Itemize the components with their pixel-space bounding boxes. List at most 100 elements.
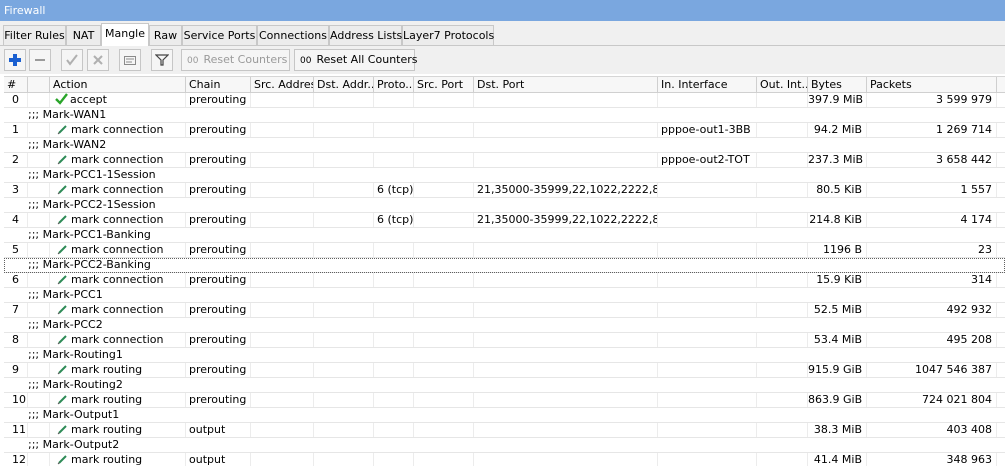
comment-row[interactable]: ;;; Mark-Output1 (4, 408, 1005, 423)
col-header-number[interactable]: # (4, 77, 28, 93)
comment-button[interactable] (119, 49, 141, 71)
action-label: mark connection (71, 303, 164, 316)
cell-chain: prerouting (186, 363, 251, 377)
col-header-flags[interactable] (28, 77, 50, 93)
table-row[interactable]: 1 mark connection prerouting pppoe-out1-3BB… (4, 123, 1005, 138)
comment-icon (124, 56, 136, 65)
rule-comment: ;;; Mark-Routing2 (28, 378, 123, 391)
comment-row[interactable]: ;;; Mark-WAN1 (4, 108, 1005, 123)
comment-row[interactable]: ;;; Mark-PCC1 (4, 288, 1005, 303)
comment-row[interactable]: ;;; Mark-WAN2 (4, 138, 1005, 153)
table-row[interactable]: 0 accept prerouting 397.9 MiB 3 599 979 (4, 93, 1005, 108)
cell-number: 4 (4, 213, 28, 227)
col-header-packets[interactable]: Packets (867, 77, 997, 93)
enable-button[interactable] (61, 49, 83, 71)
cell-src-address (251, 273, 314, 287)
tab-nat[interactable]: NAT (66, 25, 101, 45)
cell-out-interface (757, 333, 808, 347)
reset-all-counters-button[interactable]: 00 Reset All Counters (294, 49, 418, 71)
col-header-out-interface[interactable]: Out. Int... (757, 77, 808, 93)
cell-chain: prerouting (186, 303, 251, 317)
comment-row[interactable]: ;;; Mark-PCC2-1Session (4, 198, 1005, 213)
tab-connections[interactable]: Connections (257, 25, 329, 45)
table-row[interactable]: 6 mark connection prerouting 15.9 KiB 314 (4, 273, 1005, 288)
comment-row[interactable]: ;;; Mark-Routing1 (4, 348, 1005, 363)
table-row[interactable]: 8 mark connection prerouting 53.4 MiB 495 20… (4, 333, 1005, 348)
cell-bytes: 53.4 MiB (808, 333, 867, 347)
cell-src-port (414, 393, 474, 407)
cell-flags (28, 393, 50, 407)
cell-flags (28, 333, 50, 347)
tab-raw[interactable]: Raw (149, 25, 182, 45)
table-row[interactable]: 10 mark routing prerouting 863.9 GiB 724 021… (4, 393, 1005, 408)
comment-row[interactable]: ;;; Mark-PCC2-Banking (4, 258, 1005, 273)
col-header-dst-address[interactable]: Dst. Addr... (314, 77, 374, 93)
col-header-src-port[interactable]: Src. Port (414, 77, 474, 93)
cell-flags (28, 213, 50, 227)
comment-row[interactable]: ;;; Mark-PCC1-1Session (4, 168, 1005, 183)
cell-action: mark connection (50, 273, 186, 287)
add-button[interactable] (4, 49, 26, 71)
cell-action: mark routing (50, 453, 186, 466)
cell-protocol (374, 333, 414, 347)
comment-row[interactable]: ;;; Mark-PCC1-Banking (4, 228, 1005, 243)
tab-service-ports[interactable]: Service Ports (182, 25, 257, 45)
cell-dst-address (314, 93, 374, 107)
col-header-action[interactable]: Action (50, 77, 186, 93)
cell-in-interface (658, 363, 757, 377)
table-row[interactable]: 7 mark connection prerouting 52.5 MiB 492 93… (4, 303, 1005, 318)
cell-src-address (251, 123, 314, 137)
pencil-icon (56, 333, 69, 347)
reset-counters-button[interactable]: 00 Reset Counters (181, 49, 290, 71)
cell-bytes: 237.3 MiB (808, 153, 867, 167)
comment-row[interactable]: ;;; Mark-PCC2 (4, 318, 1005, 333)
col-header-protocol[interactable]: Proto... (374, 77, 414, 93)
cell-src-port (414, 93, 474, 107)
table-row[interactable]: 5 mark connection prerouting 1196 B 23 (4, 243, 1005, 258)
table-row[interactable]: 2 mark connection prerouting pppoe-out2-TOT… (4, 153, 1005, 168)
cell-in-interface (658, 273, 757, 287)
table-row[interactable]: 4 mark connection prerouting 6 (tcp) 21,3500… (4, 213, 1005, 228)
cell-dst-address (314, 273, 374, 287)
table-row[interactable]: 3 mark connection prerouting 6 (tcp) 21,3500… (4, 183, 1005, 198)
tab-filter-rules[interactable]: Filter Rules (3, 25, 66, 45)
rule-comment: ;;; Mark-PCC2-1Session (28, 198, 156, 211)
col-header-bytes[interactable]: Bytes (808, 77, 867, 93)
cell-dst-port: 21,35000-35999,22,1022,2222,8083 (474, 213, 658, 227)
pencil-icon (56, 273, 69, 287)
comment-row[interactable]: ;;; Mark-Output2 (4, 438, 1005, 453)
tab-address-lists[interactable]: Address Lists (329, 25, 402, 45)
reset-all-counters-label: Reset All Counters (316, 53, 418, 66)
tab-mangle[interactable]: Mangle (101, 23, 149, 46)
pencil-icon (56, 123, 69, 137)
cell-src-port (414, 153, 474, 167)
cell-src-port (414, 273, 474, 287)
action-label: mark connection (71, 153, 164, 166)
cell-flags (28, 303, 50, 317)
table-row[interactable]: 12 mark routing output 41.4 MiB 348 963 (4, 453, 1005, 466)
remove-button[interactable] (29, 49, 51, 71)
minus-icon (35, 59, 45, 61)
col-header-dst-port[interactable]: Dst. Port (474, 77, 658, 93)
cell-flags (28, 153, 50, 167)
cell-action: mark routing (50, 423, 186, 437)
cell-out-interface (757, 423, 808, 437)
table-row[interactable]: 11 mark routing output 38.3 MiB 403 408 (4, 423, 1005, 438)
tab-layer7-protocols[interactable]: Layer7 Protocols (402, 25, 494, 45)
cell-in-interface (658, 183, 757, 197)
cell-packets: 1 557 (867, 183, 997, 197)
filter-button[interactable] (151, 49, 173, 71)
cell-src-port (414, 183, 474, 197)
cell-src-address (251, 393, 314, 407)
cell-bytes: 214.8 KiB (808, 213, 867, 227)
comment-row[interactable]: ;;; Mark-Routing2 (4, 378, 1005, 393)
col-header-in-interface[interactable]: In. Interface (658, 77, 757, 93)
table-row[interactable]: 9 mark routing prerouting 915.9 GiB 1047 546… (4, 363, 1005, 378)
cell-in-interface (658, 333, 757, 347)
cell-out-interface (757, 123, 808, 137)
disable-button[interactable] (87, 49, 109, 71)
col-header-src-address[interactable]: Src. Address (251, 77, 314, 93)
col-header-chain[interactable]: Chain (186, 77, 251, 93)
cell-dst-port (474, 123, 658, 137)
action-label: mark connection (71, 243, 164, 256)
